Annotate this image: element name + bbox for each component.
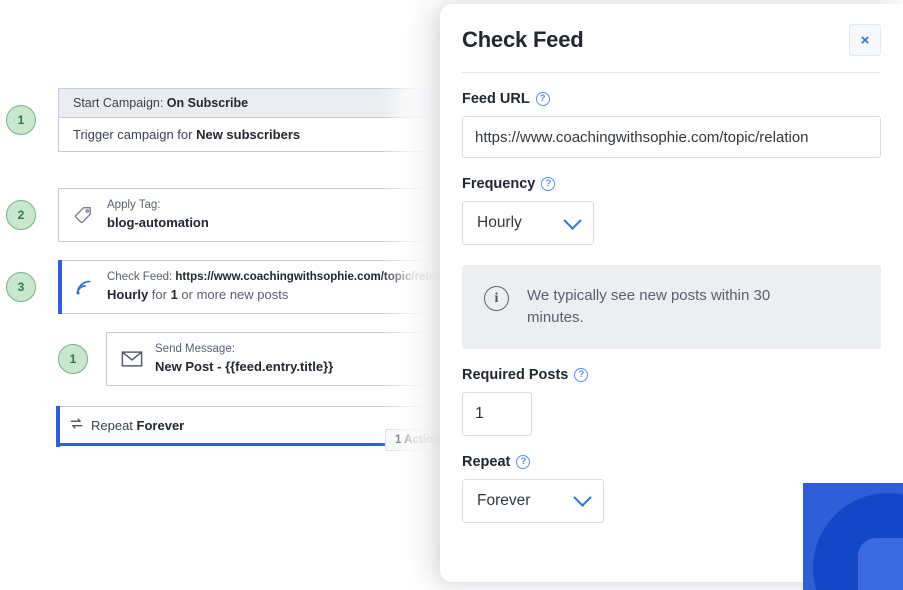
help-circle-icon[interactable]: ?: [541, 177, 556, 191]
step-number-badge: 2: [6, 199, 36, 230]
flow-step-start-campaign[interactable]: 1 Start Campaign: On Subscribe Trigger c…: [6, 88, 458, 152]
send-message-label: Send Message:: [155, 343, 235, 355]
panel-header: Check Feed ×: [462, 4, 881, 73]
repeat-forever-text: Repeat Forever: [91, 418, 184, 433]
required-posts-label-row: Required Posts ?: [462, 367, 881, 383]
check-feed-label-prefix: Check Feed:: [107, 271, 176, 283]
frequency-field: Frequency ? Hourly i We typically see ne…: [462, 158, 881, 349]
repeat-label-row: Repeat ?: [462, 454, 881, 470]
chevron-down-icon: [563, 210, 582, 230]
frequency-select[interactable]: Hourly: [462, 201, 594, 245]
start-campaign-body-prefix: Trigger campaign for: [73, 127, 197, 142]
send-message-text: Send Message: New Post - {{feed.entry.ti…: [155, 341, 333, 377]
check-feed-mid: for: [148, 286, 171, 302]
flow-step-check-feed[interactable]: 3 Check Feed: https://www.coachingwithso…: [6, 260, 458, 314]
tag-icon: [73, 204, 95, 226]
rss-feed-icon: [73, 276, 95, 298]
frequency-info-box: i We typically see new posts within 30 m…: [462, 265, 881, 349]
send-message-card[interactable]: Send Message: New Post - {{feed.entry.ti…: [106, 332, 456, 386]
repeat-select[interactable]: Forever: [462, 478, 604, 523]
feed-url-label: Feed URL: [462, 91, 530, 107]
frequency-info-text: We typically see new posts within 30 min…: [527, 287, 771, 326]
start-campaign-header-value: On Subscribe: [166, 96, 249, 110]
repeat-prefix: Repeat: [91, 417, 137, 433]
apply-tag-text: Apply Tag: blog-automation: [107, 197, 209, 233]
repeat-selected-value: Forever: [477, 491, 531, 509]
start-campaign-body: Trigger campaign for New subscribers: [59, 118, 457, 151]
brand-logo: [803, 483, 903, 590]
send-message-value: New Post - {{feed.entry.title}}: [155, 358, 334, 374]
logo-inner-shape: [858, 538, 903, 590]
apply-tag-label: Apply Tag:: [107, 199, 161, 211]
frequency-label: Frequency: [462, 176, 536, 192]
required-posts-input[interactable]: 1: [462, 391, 532, 436]
apply-tag-card[interactable]: Apply Tag: blog-automation: [58, 188, 458, 242]
check-feed-tail: or more new posts: [177, 286, 289, 302]
required-posts-field: Required Posts ? 1: [462, 349, 881, 436]
frequency-label-row: Frequency ?: [462, 176, 881, 192]
chevron-down-icon: [573, 488, 592, 507]
help-circle-icon[interactable]: ?: [516, 454, 531, 469]
repeat-icon: [69, 416, 84, 434]
check-feed-label: Check Feed: https://www.coachingwithsoph…: [107, 269, 449, 286]
send-message-row: Send Message: New Post - {{feed.entry.ti…: [107, 333, 455, 385]
feed-url-field: Feed URL ? https://www.coachingwithsophi…: [462, 73, 881, 158]
step-number-badge: 1: [58, 343, 88, 374]
step-number-badge: 3: [6, 271, 36, 302]
info-circle-icon: i: [484, 286, 509, 311]
check-feed-url: https://www.coachingwithsophie.com/topic…: [175, 271, 450, 283]
help-circle-icon[interactable]: ?: [574, 367, 589, 382]
check-feed-count: 1: [170, 286, 178, 302]
apply-tag-row: Apply Tag: blog-automation: [59, 189, 457, 241]
check-feed-row: Check Feed: https://www.coachingwithsoph…: [59, 261, 457, 313]
check-feed-value: Hourly for 1 or more new posts: [107, 286, 449, 305]
feed-url-input[interactable]: https://www.coachingwithsophie.com/topic…: [462, 116, 881, 158]
start-campaign-header-prefix: Start Campaign:: [73, 96, 167, 110]
feed-url-label-row: Feed URL ?: [462, 91, 881, 107]
panel-title: Check Feed: [462, 27, 584, 52]
step-number-badge: 1: [6, 105, 36, 135]
flow-step-send-message[interactable]: 1 Send Message: New Post - {{feed.entry.…: [58, 332, 456, 386]
check-feed-card[interactable]: Check Feed: https://www.coachingwithsoph…: [58, 260, 458, 314]
check-feed-text: Check Feed: https://www.coachingwithsoph…: [107, 269, 449, 305]
flow-step-apply-tag[interactable]: 2 Apply Tag: blog-automation: [6, 188, 458, 242]
check-feed-frequency: Hourly: [107, 286, 149, 302]
close-icon[interactable]: ×: [849, 24, 881, 56]
start-campaign-card[interactable]: Start Campaign: On Subscribe Trigger cam…: [58, 88, 458, 152]
action-count-label: 1 Action: [395, 434, 440, 446]
required-posts-label: Required Posts: [462, 366, 569, 383]
start-campaign-header: Start Campaign: On Subscribe: [59, 89, 457, 118]
start-campaign-body-value: New subscribers: [196, 127, 301, 142]
help-circle-icon[interactable]: ?: [535, 92, 550, 106]
repeat-label: Repeat: [462, 453, 511, 470]
envelope-icon: [121, 350, 143, 368]
repeat-value: Forever: [136, 417, 185, 433]
frequency-selected-value: Hourly: [477, 214, 522, 231]
apply-tag-value: blog-automation: [107, 214, 209, 230]
